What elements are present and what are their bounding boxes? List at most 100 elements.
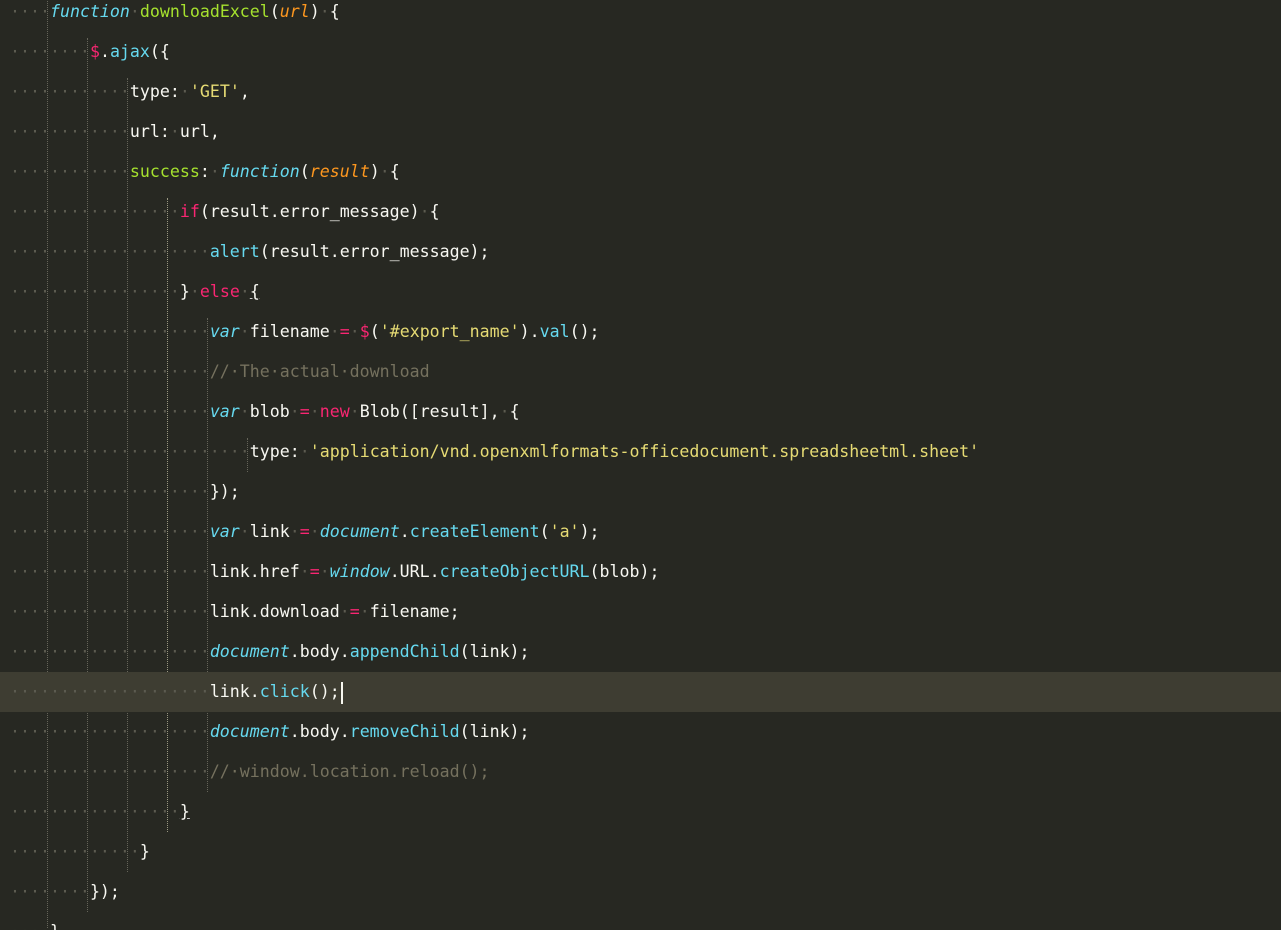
code-line-text: ····················alert(result.error_m… [10,232,490,272]
indent-whitespace: ············ [10,82,130,101]
code-token: { [429,202,440,221]
code-token: · [339,602,350,621]
code-line[interactable]: ·················if(result.error_message… [0,192,1281,232]
code-editor[interactable]: ····function·downloadExcel(url)·{·······… [0,0,1281,930]
code-line[interactable]: ····················var·filename·=·$('#e… [0,312,1281,352]
code-token: · [379,162,390,181]
indent-whitespace: ···················· [10,682,210,701]
indent-whitespace: ························ [10,442,250,461]
code-token: (result.error_message); [259,242,490,261]
code-token: downloadExcel [139,2,270,21]
code-line[interactable]: ····················link.click(); [0,672,1281,712]
code-token: } [179,282,190,301]
code-line[interactable]: ····················link.href·=·window.U… [0,552,1281,592]
code-token: } [50,922,60,930]
code-line[interactable]: ········$.ajax({ [0,32,1281,72]
code-line[interactable]: ·············} [0,832,1281,872]
code-token: 'a' [549,522,580,541]
code-line-text: ····················link.click(); [10,672,343,712]
code-line-text: ·················} [10,792,190,832]
code-line[interactable]: ························type:·'applicati… [0,432,1281,472]
code-line[interactable]: ····················}); [0,472,1281,512]
code-token: }); [89,882,120,901]
code-token: alert [209,242,260,261]
code-token: (); [569,322,600,341]
code-line-text: ····················}); [10,472,240,512]
code-token: : [159,122,170,141]
code-line[interactable]: ············type:·'GET', [0,72,1281,112]
code-line-text: ····················document.body.append… [10,632,530,672]
code-line[interactable]: ········}); [0,872,1281,912]
code-token: : [169,82,180,101]
code-token: · [319,562,330,581]
code-line[interactable]: ····················alert(result.error_m… [0,232,1281,272]
code-token: document [209,722,290,741]
code-token: filename [249,322,330,341]
code-line-text: ····} [10,912,60,930]
indent-whitespace: ···················· [10,602,210,621]
code-token: · [179,82,190,101]
code-token: = [299,402,310,421]
code-line[interactable]: ····} [0,912,1281,930]
code-line-text: ····················//·window.location.r… [10,752,490,792]
indent-whitespace: ···················· [10,522,210,541]
code-line[interactable]: ····················document.body.remove… [0,712,1281,752]
code-line-text: ·················}·else·{ [10,272,260,312]
code-token: //·window.location.reload(); [209,762,490,781]
code-token: (); [309,682,340,701]
code-token: success [129,162,200,181]
code-line-text: ············url:·url, [10,112,220,152]
code-line-text: ····················var·blob·=·new·Blob(… [10,392,520,432]
code-line[interactable]: ·················}·else·{ [0,272,1281,312]
indent-whitespace: ···················· [10,402,210,421]
code-token: · [299,562,310,581]
code-token: 'GET' [189,82,240,101]
indent-whitespace: ···················· [10,642,210,661]
code-line[interactable]: ············success:·function(result)·{ [0,152,1281,192]
code-token: url [129,122,160,141]
code-token: } [139,842,150,861]
indent-whitespace: ···················· [10,482,210,501]
code-line[interactable]: ·················} [0,792,1281,832]
indent-whitespace: ···· [10,922,50,930]
indent-whitespace: ···················· [10,722,210,741]
indent-whitespace: ···················· [10,762,210,781]
code-token: { [249,282,260,301]
code-line[interactable]: ····················link.download·=·file… [0,592,1281,632]
code-token: $ [89,42,100,61]
code-line[interactable]: ····················//·window.location.r… [0,752,1281,792]
code-token: createObjectURL [439,562,590,581]
code-token: var [209,322,240,341]
code-line[interactable]: ····················//·The·actual·downlo… [0,352,1281,392]
code-token: ) [309,2,320,21]
code-token: · [239,522,250,541]
code-token: ajax [109,42,150,61]
indent-whitespace: ···················· [10,322,210,341]
code-token: (link); [459,722,530,741]
code-token: · [169,122,180,141]
code-line[interactable]: ····················document.body.append… [0,632,1281,672]
code-token: 'application/vnd.openxmlformats-officedo… [309,442,980,461]
code-token: var [209,522,240,541]
code-token: . [99,42,110,61]
code-token: · [319,2,330,21]
code-line[interactable]: ············url:·url, [0,112,1281,152]
code-token: ( [299,162,310,181]
code-token: new [319,402,350,421]
code-token: function [49,2,130,21]
code-token: · [209,162,220,181]
code-token: $ [359,322,370,341]
code-token: type [129,82,170,101]
code-line[interactable]: ····················var·link·=·document.… [0,512,1281,552]
code-token: ({ [149,42,170,61]
code-line[interactable]: ····················var·blob·=·new·Blob(… [0,392,1281,432]
code-token: document [319,522,400,541]
indent-whitespace: ············ [10,122,130,141]
code-token: removeChild [349,722,460,741]
code-token: · [189,282,200,301]
code-line[interactable]: ····function·downloadExcel(url)·{ [0,0,1281,32]
code-token: createElement [409,522,540,541]
code-token: appendChild [349,642,460,661]
code-token: { [329,2,340,21]
code-line-text: ············success:·function(result)·{ [10,152,400,192]
